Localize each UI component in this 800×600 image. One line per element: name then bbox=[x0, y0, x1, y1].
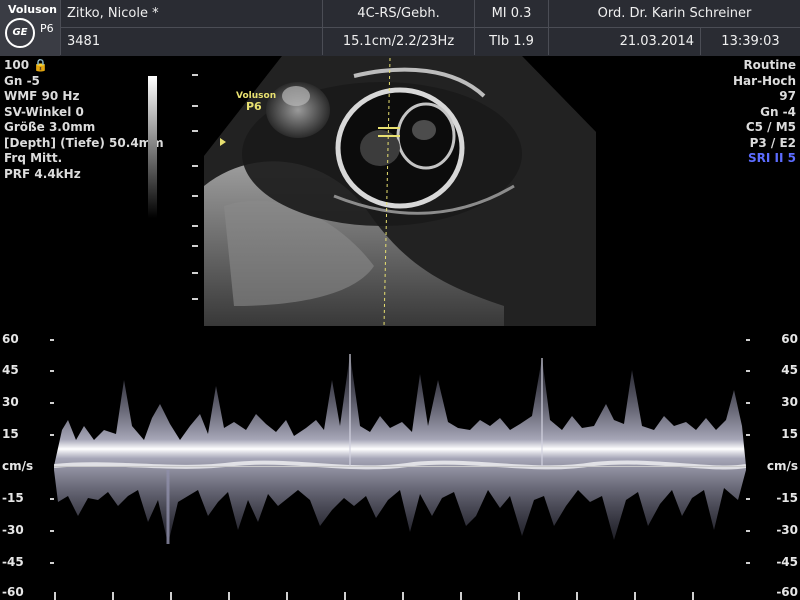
depth-tick bbox=[192, 195, 198, 197]
scale-tick bbox=[746, 530, 750, 532]
patient-id[interactable]: 3481 bbox=[60, 28, 322, 55]
left-parameter-list: 100 🔒 Gn -5 WMF 90 Hz SV-Winkel 0 Größe … bbox=[4, 58, 164, 182]
scale-left-neg45: -45 bbox=[2, 555, 24, 569]
time-tick bbox=[634, 592, 636, 600]
scale-tick bbox=[746, 562, 750, 564]
patient-name[interactable]: Zitko, Nicole * bbox=[60, 0, 322, 27]
logo-area: Voluson GE P6 bbox=[0, 0, 60, 56]
scale-right-15: 15 bbox=[781, 427, 798, 441]
time-tick bbox=[402, 592, 404, 600]
doppler-baseline bbox=[54, 466, 746, 467]
bmode-ultrasound-image[interactable]: Voluson P6 bbox=[204, 56, 596, 326]
depth-tick bbox=[192, 74, 198, 76]
time-tick bbox=[54, 592, 56, 600]
param-sv-angle: SV-Winkel 0 bbox=[4, 104, 84, 119]
param-frame: 97 bbox=[779, 89, 796, 103]
time-tick bbox=[576, 592, 578, 600]
param-depth: [Depth] (Tiefe) 50.4mm bbox=[4, 135, 164, 150]
depth-tick bbox=[192, 245, 198, 247]
probe-label: P6 bbox=[40, 22, 54, 35]
image-probe: P6 bbox=[246, 100, 262, 113]
right-parameter-list: Routine Har-Hoch 97 Gn -4 C5 / M5 P3 / E… bbox=[733, 58, 796, 167]
scale-right-30: 30 bbox=[781, 395, 798, 409]
tib-value: TIb 1.9 bbox=[474, 28, 548, 55]
scale-left-45: 45 bbox=[2, 363, 19, 377]
scale-tick bbox=[746, 339, 750, 341]
param-harmonic: Har-Hoch bbox=[733, 73, 796, 88]
scale-right-45: 45 bbox=[781, 363, 798, 377]
param-gain: Gn -5 bbox=[4, 73, 40, 88]
time-tick bbox=[518, 592, 520, 600]
param-sri: SRI II 5 bbox=[748, 151, 796, 165]
header-divider bbox=[60, 27, 800, 28]
depth-tick bbox=[192, 165, 198, 167]
scale-left-60: 60 bbox=[2, 332, 19, 346]
scale-right-60: 60 bbox=[781, 332, 798, 346]
scale-left-neg60: -60 bbox=[2, 585, 24, 599]
grayscale-bar bbox=[148, 76, 157, 218]
depth-tick bbox=[192, 105, 198, 107]
param-sample-size: Größe 3.0mm bbox=[4, 120, 96, 134]
scale-right-unit: cm/s bbox=[766, 459, 798, 473]
spectral-doppler-trace[interactable] bbox=[54, 330, 746, 600]
preset-label[interactable]: 4C-RS/Gebh. bbox=[322, 0, 474, 27]
scale-tick bbox=[746, 402, 750, 404]
depth-tick bbox=[192, 298, 198, 300]
operator-name: Ord. Dr. Karin Schreiner bbox=[548, 0, 800, 27]
scale-left-unit: cm/s bbox=[2, 459, 34, 473]
depth-tick bbox=[192, 225, 198, 227]
ge-logo-icon: GE bbox=[5, 18, 35, 48]
param-c-m: C5 / M5 bbox=[745, 120, 796, 134]
scale-tick bbox=[746, 498, 750, 500]
param-routine: Routine bbox=[743, 58, 796, 72]
scale-tick bbox=[746, 370, 750, 372]
time-tick bbox=[112, 592, 114, 600]
mi-value: MI 0.3 bbox=[474, 0, 548, 27]
param-frequency: Frq Mitt. bbox=[4, 151, 63, 165]
scale-left-30: 30 bbox=[2, 395, 19, 409]
param-gain-bmode: Gn -4 bbox=[760, 104, 796, 119]
header-bar: Voluson GE P6 Zitko, Nicole * 3481 4C-RS… bbox=[0, 0, 800, 56]
depth-tick bbox=[192, 272, 198, 274]
depth-info: 15.1cm/2.2/23Hz bbox=[322, 28, 474, 55]
param-depth-percent: 100 🔒 bbox=[4, 58, 49, 72]
time-tick bbox=[170, 592, 172, 600]
time-tick bbox=[228, 592, 230, 600]
scale-right-neg45: -45 bbox=[776, 555, 798, 569]
scale-right-neg15: -15 bbox=[776, 491, 798, 505]
time-tick bbox=[286, 592, 288, 600]
scale-left-neg30: -30 bbox=[2, 523, 24, 537]
scale-left-15: 15 bbox=[2, 427, 19, 441]
param-wmf: WMF 90 Hz bbox=[4, 89, 80, 103]
scale-right-neg30: -30 bbox=[776, 523, 798, 537]
time-tick bbox=[344, 592, 346, 600]
exam-date: 21.03.2014 bbox=[548, 28, 700, 55]
exam-time: 13:39:03 bbox=[700, 28, 800, 55]
param-p-e: P3 / E2 bbox=[749, 135, 796, 150]
scale-tick bbox=[746, 434, 750, 436]
depth-tick bbox=[192, 130, 198, 132]
time-tick bbox=[692, 592, 694, 600]
time-tick bbox=[460, 592, 462, 600]
param-prf: PRF 4.4kHz bbox=[4, 166, 81, 181]
brand-name: Voluson bbox=[8, 3, 58, 16]
scale-right-neg60: -60 bbox=[776, 585, 798, 599]
scale-left-neg15: -15 bbox=[2, 491, 24, 505]
